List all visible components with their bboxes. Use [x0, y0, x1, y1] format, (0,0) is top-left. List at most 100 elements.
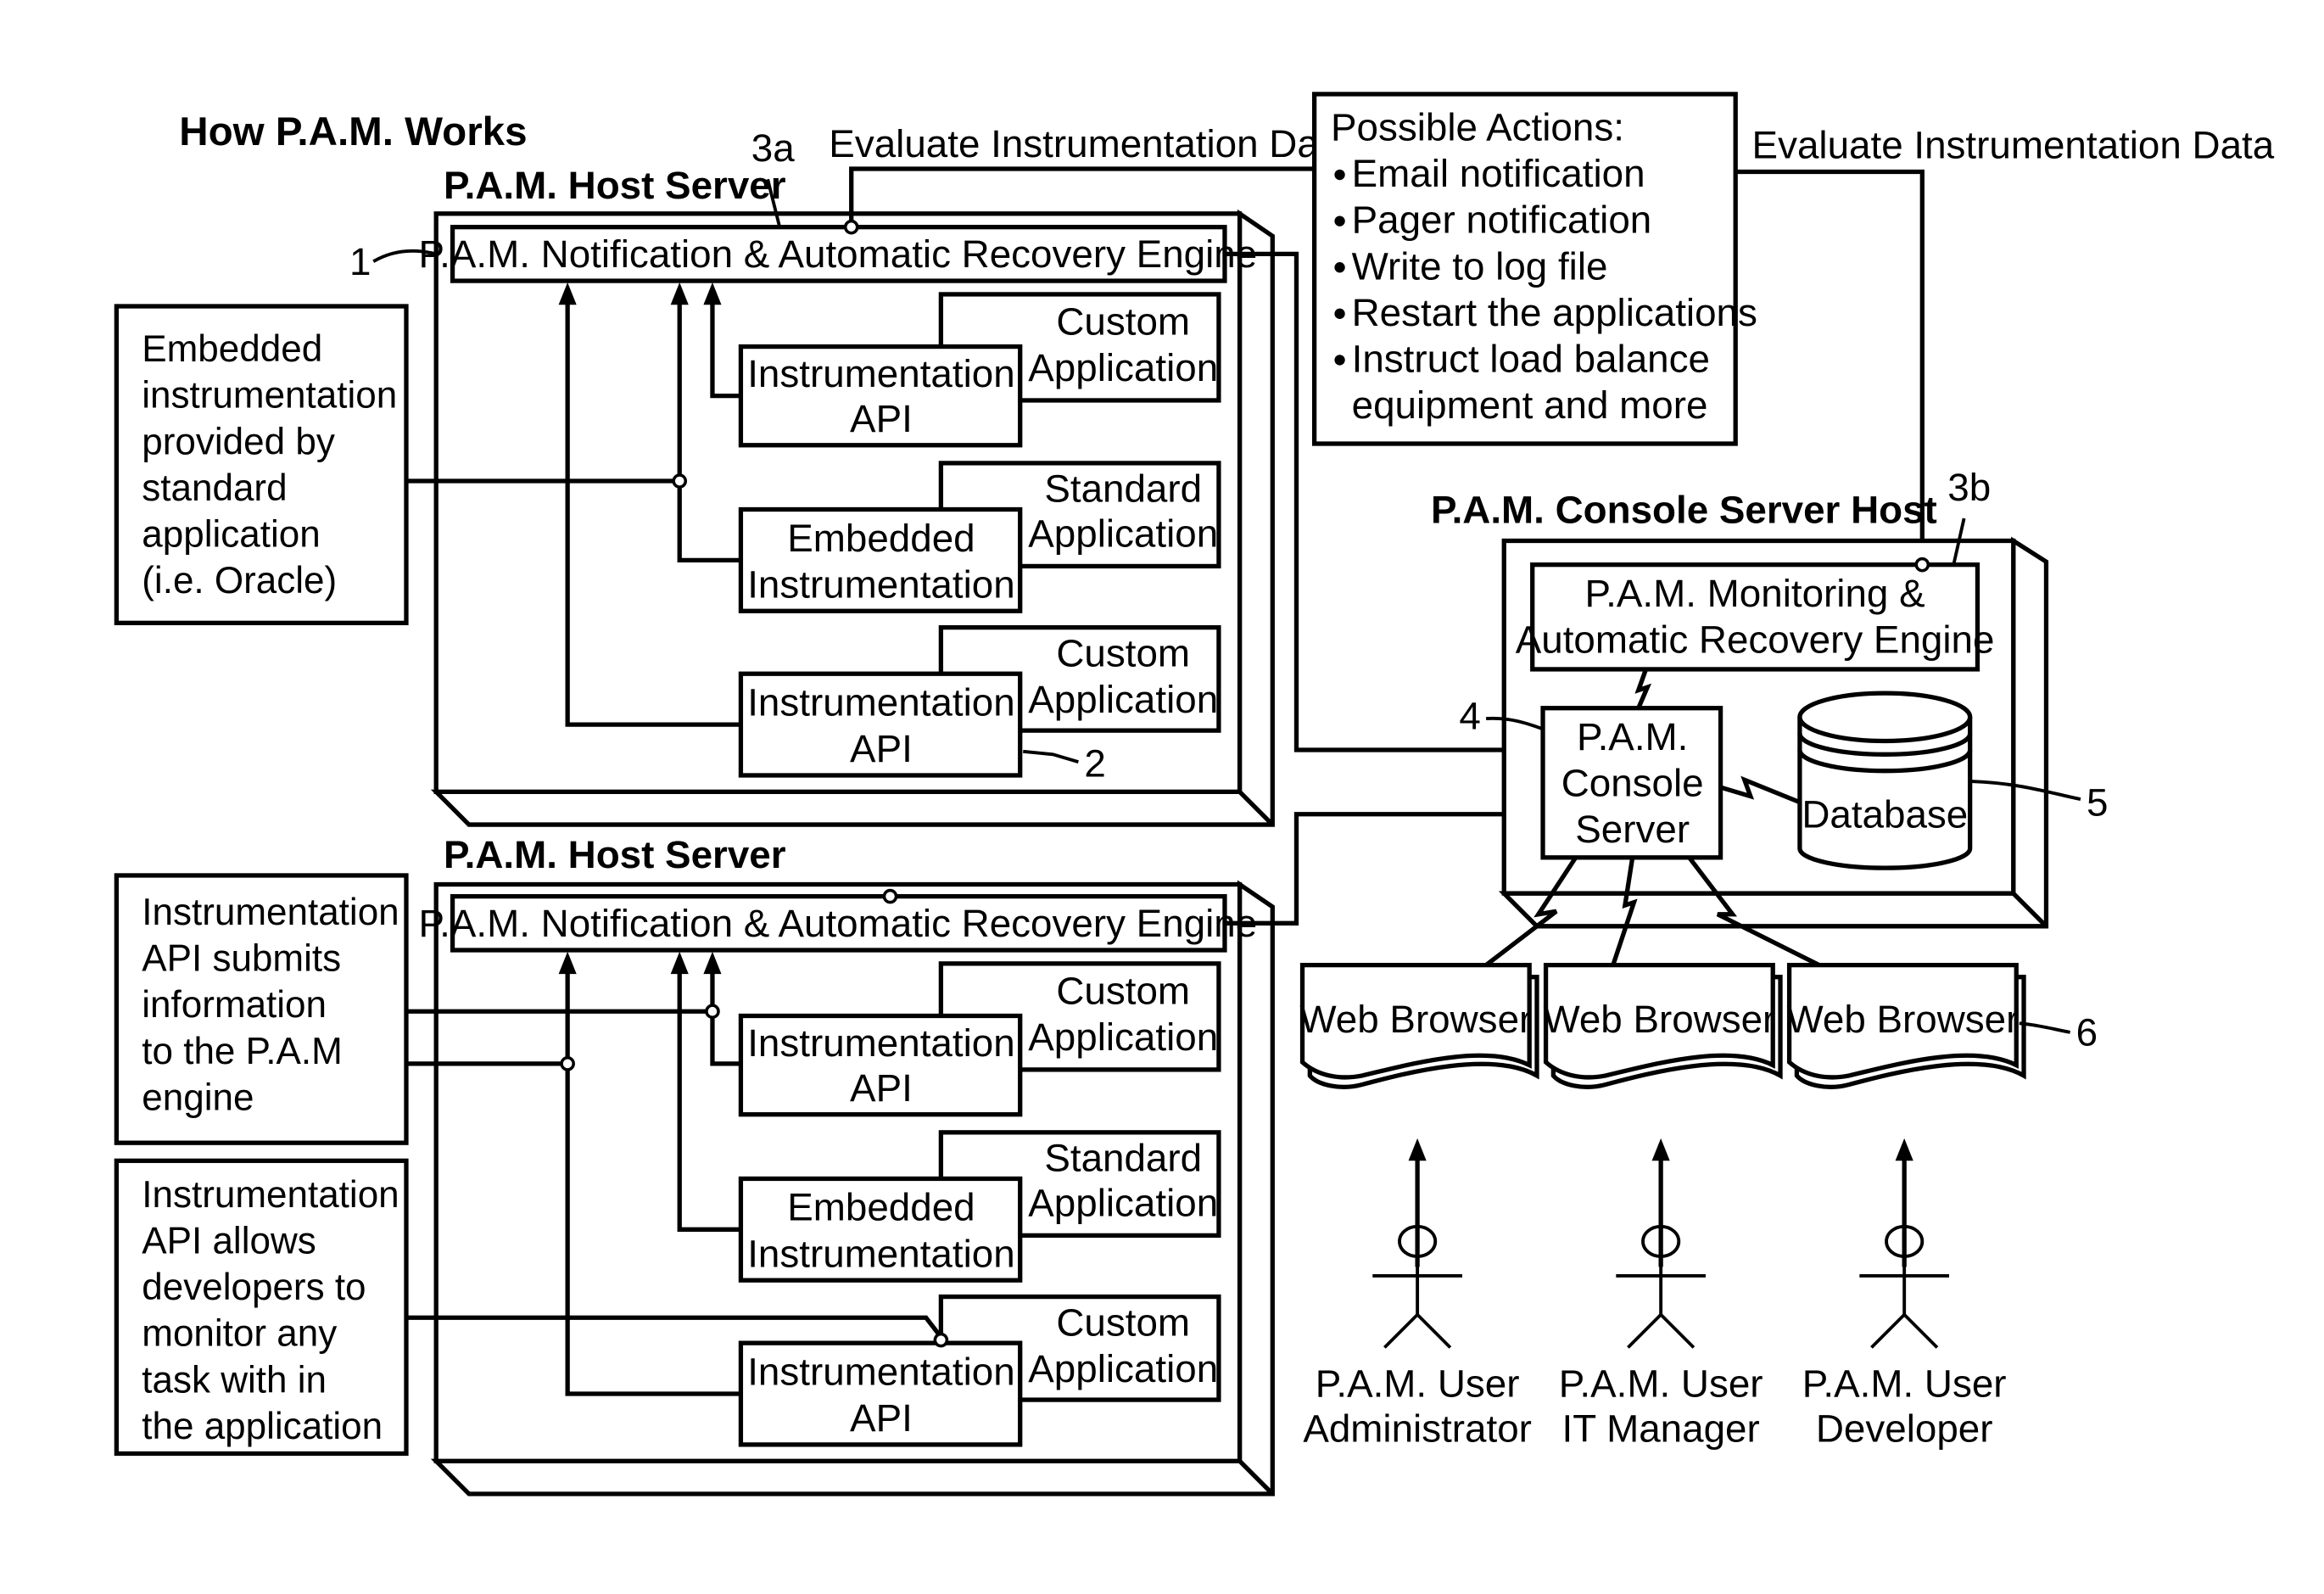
- user-role-line1: P.A.M. User: [1559, 1362, 1763, 1406]
- ref-3a: 3a: [751, 126, 795, 170]
- junction-dot: [672, 473, 688, 489]
- user-actor: P.A.M. UserAdministrator: [1303, 1138, 1532, 1450]
- possible-action-item: Pager notification: [1352, 199, 1652, 242]
- user-role-line1: P.A.M. User: [1316, 1362, 1520, 1406]
- ref-6: 6: [2076, 1011, 2098, 1054]
- junction-dot: [705, 1004, 720, 1020]
- web-browser: Web Browser: [1543, 962, 1783, 1089]
- ref-3b: 3b: [1947, 466, 1991, 509]
- user-role-line2: Developer: [1816, 1407, 1993, 1450]
- note-line: to the P.A.M: [142, 1031, 343, 1072]
- bullet-icon: [1334, 169, 1345, 181]
- possible-action-item: equipment and more: [1352, 383, 1708, 427]
- app-label-line1: Standard: [1044, 467, 1202, 511]
- possible-action-item: Restart the applications: [1352, 291, 1757, 334]
- possible-action-item: Email notification: [1352, 152, 1645, 195]
- app-label-line2: Application: [1028, 1015, 1218, 1059]
- notification-engine-2-label: P.A.M. Notification & Automatic Recovery…: [419, 902, 1258, 945]
- note-api-allows-developers: Instrumentation API allows developers to…: [114, 1158, 409, 1457]
- pam-architecture-diagram: How P.A.M. Works P.A.M. Host Server 1 P.…: [114, 92, 2275, 1496]
- host-server-2: P.A.M. Host Server P.A.M. Notification &…: [405, 833, 1275, 1496]
- app-label-line1: Custom: [1056, 631, 1190, 674]
- junction-dot: [882, 888, 898, 904]
- instr-label-line1: Embedded: [787, 1186, 975, 1229]
- bullet-icon: [1334, 262, 1345, 273]
- note-line: Instrumentation: [142, 1174, 399, 1216]
- user-role-line1: P.A.M. User: [1802, 1362, 2007, 1406]
- console-server-line2: Console: [1561, 762, 1704, 805]
- web-browser-label: Web Browser: [1299, 998, 1532, 1041]
- instr-label-line2: API: [850, 397, 913, 440]
- app-label-line1: Custom: [1056, 1300, 1190, 1344]
- instr-label-line1: Instrumentation: [747, 1021, 1014, 1065]
- junction-dot: [560, 1056, 575, 1071]
- bullet-icon: [1334, 215, 1345, 227]
- notification-engine-1-label: P.A.M. Notification & Automatic Recovery…: [419, 232, 1258, 276]
- users: P.A.M. UserAdministratorP.A.M. UserIT Ma…: [1303, 1138, 2007, 1450]
- arrow-up-icon: [1895, 1138, 1913, 1161]
- host-server-2-label: P.A.M. Host Server: [444, 833, 786, 876]
- instr-label-line2: API: [850, 1066, 913, 1110]
- web-browser-label: Web Browser: [1787, 998, 2020, 1041]
- ref-1: 1: [349, 240, 371, 283]
- note-line: standard: [142, 467, 287, 509]
- app-label-line2: Application: [1028, 346, 1218, 389]
- note-line: the application: [142, 1406, 383, 1447]
- instr-label-line1: Embedded: [787, 517, 975, 560]
- ref-2: 2: [1084, 742, 1105, 786]
- host-server-1-label: P.A.M. Host Server: [444, 164, 786, 207]
- app-label-line1: Standard: [1044, 1137, 1202, 1180]
- arrow-up-icon: [1408, 1138, 1427, 1161]
- bullet-icon: [1334, 308, 1345, 319]
- junction-dot: [843, 219, 859, 235]
- monitoring-engine-line1: P.A.M. Monitoring &: [1585, 572, 1925, 615]
- note-line: Instrumentation: [142, 892, 399, 933]
- user-role-line2: IT Manager: [1562, 1407, 1760, 1450]
- note-embedded-instrumentation: Embedded instrumentation provided by sta…: [114, 304, 409, 625]
- app-label-line2: Application: [1028, 1181, 1218, 1224]
- note-api-submits: Instrumentation API submits information …: [114, 873, 409, 1145]
- note-line: provided by: [142, 421, 335, 462]
- possible-action-item: Instruct load balance: [1352, 337, 1710, 380]
- console-host-label: P.A.M. Console Server Host: [1431, 488, 1937, 531]
- user-actor: P.A.M. UserIT Manager: [1559, 1138, 1763, 1450]
- user-actor: P.A.M. UserDeveloper: [1802, 1138, 2007, 1450]
- instr-label-line2: API: [850, 1396, 913, 1440]
- web-browser-label: Web Browser: [1543, 998, 1775, 1041]
- web-browser: Web Browser: [1787, 962, 2026, 1089]
- note-line: engine: [142, 1077, 254, 1118]
- junction-dot: [933, 1332, 949, 1348]
- note-line: application: [142, 514, 320, 556]
- note-line: API submits: [142, 938, 341, 980]
- note-line: monitor any: [142, 1313, 337, 1355]
- console-server-line3: Server: [1575, 808, 1690, 851]
- evaluate-label-left: Evaluate Instrumentation Data: [829, 122, 1351, 165]
- console-server-line1: P.A.M.: [1577, 715, 1688, 758]
- arrow-up-icon: [1651, 1138, 1670, 1161]
- instr-label-line1: Instrumentation: [747, 352, 1014, 395]
- junction-dot: [1914, 557, 1930, 573]
- note-line: Embedded: [142, 328, 322, 370]
- web-browsers: Web Browser Web Browser Web Browser: [1299, 962, 2026, 1089]
- note-line: information: [142, 984, 327, 1026]
- ref-5: 5: [2087, 781, 2108, 825]
- instr-label-line2: API: [850, 727, 913, 770]
- console-server-host: P.A.M. Console Server Host P.A.M. Monito…: [1431, 466, 2108, 929]
- database-label: Database: [1802, 793, 1968, 836]
- app-label-line1: Custom: [1056, 969, 1190, 1012]
- instr-label-line1: Instrumentation: [747, 1350, 1014, 1393]
- user-role-line2: Administrator: [1303, 1407, 1532, 1450]
- possible-actions-heading: Possible Actions:: [1331, 106, 1624, 149]
- app-label-line2: Application: [1028, 512, 1218, 556]
- app-label-line1: Custom: [1056, 299, 1190, 343]
- app-label-line2: Application: [1028, 678, 1218, 721]
- ref-4: 4: [1459, 694, 1480, 737]
- possible-action-item: Write to log file: [1352, 244, 1608, 288]
- note-line: developers to: [142, 1267, 366, 1308]
- instr-label-line2: Instrumentation: [747, 562, 1014, 606]
- database-icon: [1797, 691, 1973, 870]
- instr-label-line1: Instrumentation: [747, 681, 1014, 724]
- evaluate-label-right: Evaluate Instrumentation Data: [1752, 124, 2275, 167]
- bullet-icon: [1334, 355, 1345, 366]
- app-label-line2: Application: [1028, 1347, 1218, 1390]
